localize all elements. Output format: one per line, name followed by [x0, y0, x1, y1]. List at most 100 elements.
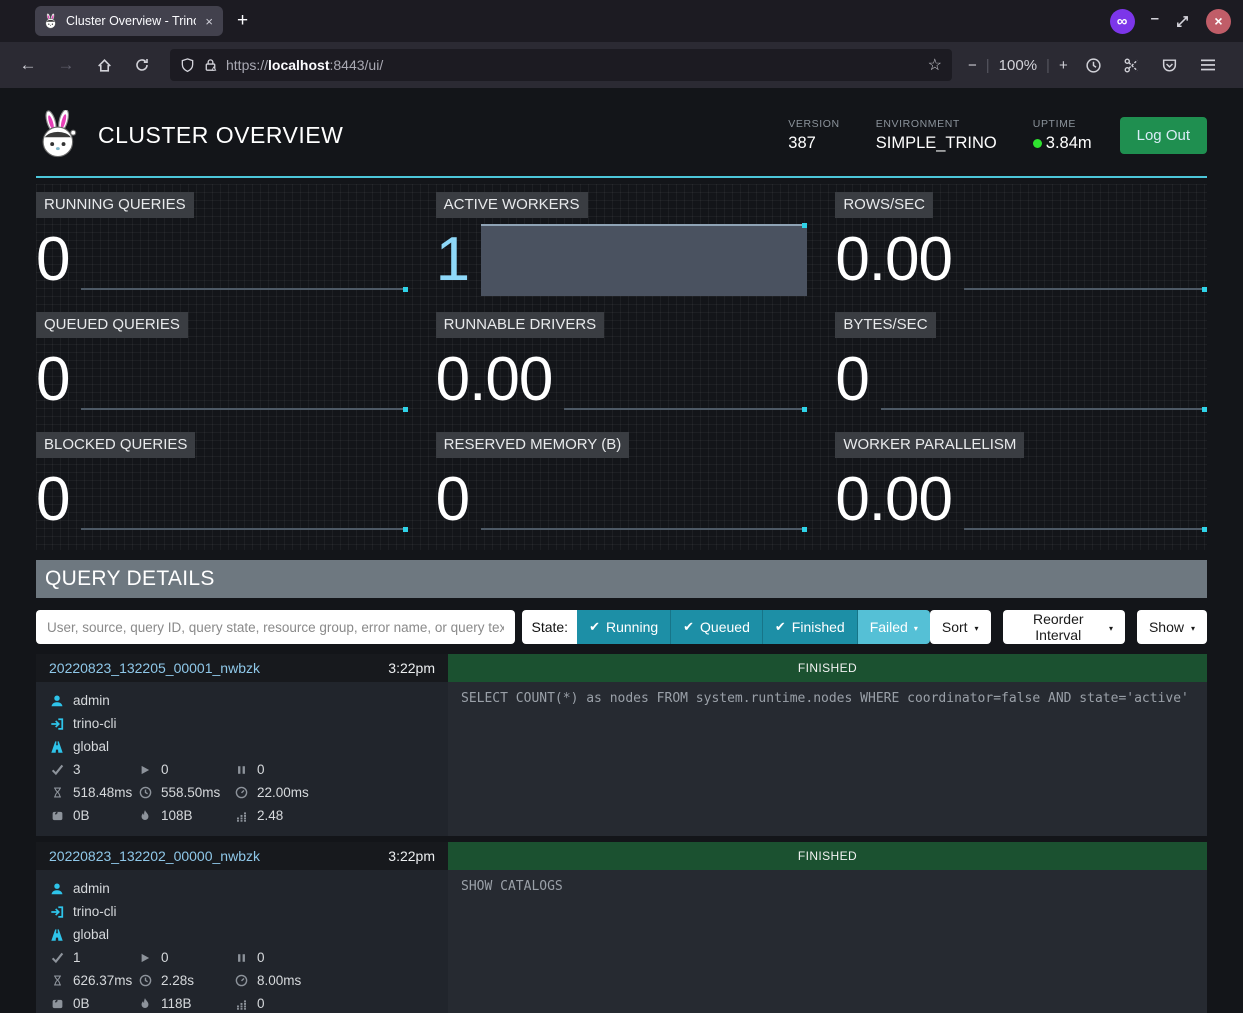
sparkline-dot [403, 407, 408, 412]
query-source: trino-cli [73, 716, 117, 731]
tracking-protection-shield-icon[interactable] [180, 57, 195, 73]
show-label: Show [1149, 619, 1184, 635]
cumulative-memory: 108B [161, 808, 193, 823]
current-memory-scale-icon [49, 998, 65, 1010]
show-dropdown[interactable]: Show ▾ [1137, 610, 1207, 644]
running-splits-play-icon [137, 952, 153, 964]
panel-active-workers: ACTIVE WORKERS 1 [436, 192, 808, 302]
url-text[interactable]: https://localhost:8443/ui/ [226, 57, 920, 73]
sparkline-dot [403, 287, 408, 292]
bookmark-star-icon[interactable]: ☆ [928, 55, 942, 75]
query-sql-text: SELECT COUNT(*) as nodes FROM system.run… [448, 682, 1207, 836]
screenshot-scissors-icon[interactable] [1116, 49, 1148, 81]
state-filter-failed-dropdown[interactable]: Failed ▾ [858, 610, 930, 644]
menu-hamburger-icon[interactable] [1192, 49, 1224, 81]
window-minimize-button[interactable]: – [1151, 10, 1159, 33]
sparkline-dot [802, 407, 807, 412]
query-row: 20220823_132205_00001_nwbzk 3:22pm FINIS… [36, 654, 1207, 836]
sparkline [481, 460, 807, 542]
browser-window: Cluster Overview - Trino × + ∞ – × ← → [0, 0, 1243, 1013]
query-id-link[interactable]: 20220823_132205_00001_nwbzk [49, 660, 260, 676]
page-title: CLUSTER OVERVIEW [98, 122, 343, 149]
panel-label: ACTIVE WORKERS [436, 192, 588, 218]
sparkline [964, 460, 1207, 542]
version-label: VERSION [788, 118, 839, 130]
version-block: VERSION 387 [788, 118, 839, 153]
sparkline [81, 460, 407, 542]
back-button[interactable]: ← [12, 49, 44, 81]
panel-running-queries: RUNNING QUERIES 0 [36, 192, 408, 302]
wall-time-hourglass-icon [49, 974, 65, 987]
query-resource-group: global [73, 927, 109, 942]
state-filter-queued[interactable]: ✔ Queued [671, 610, 763, 644]
uptime-label: UPTIME [1033, 118, 1092, 130]
zoom-out-button[interactable]: − [968, 57, 977, 74]
zoom-level[interactable]: 100% [999, 57, 1037, 74]
user-icon [49, 882, 65, 896]
sparkline-dot [403, 527, 408, 532]
history-clock-icon[interactable] [1078, 49, 1110, 81]
query-filter-toolbar: State: ✔ Running ✔ Queued ✔ Finished Fai… [36, 610, 1207, 644]
query-meta: admin trino-cli global [36, 870, 448, 1013]
chevron-down-icon: ▾ [975, 624, 979, 633]
panel-label: RESERVED MEMORY (B) [436, 432, 630, 458]
cpu-time: 22.00ms [257, 785, 309, 800]
panel-label: QUEUED QUERIES [36, 312, 188, 338]
trino-favicon-icon [43, 13, 59, 29]
state-filter-finished[interactable]: ✔ Finished [763, 610, 858, 644]
tab-title: Cluster Overview - Trino [66, 14, 196, 28]
chevron-down-icon: ▾ [1191, 624, 1195, 633]
wall-time-hourglass-icon [49, 786, 65, 799]
query-header-left: 20220823_132205_00001_nwbzk 3:22pm [36, 654, 448, 682]
resource-group-road-icon [49, 740, 65, 754]
parallelism: 0 [257, 996, 265, 1011]
sparkline [481, 220, 807, 302]
query-id-link[interactable]: 20220823_132202_00000_nwbzk [49, 848, 260, 864]
browser-titlebar: Cluster Overview - Trino × + ∞ – × [0, 0, 1243, 42]
trino-bunny-logo [36, 110, 82, 160]
cumulative-memory-flame-icon [137, 997, 153, 1010]
forward-button: → [50, 49, 82, 81]
connection-lock-icon[interactable] [203, 57, 218, 73]
sparkline-dot [802, 527, 807, 532]
url-host: localhost [268, 57, 329, 73]
uptime-value-row: 3.84m [1033, 134, 1092, 153]
new-tab-button[interactable]: + [237, 10, 248, 32]
home-button[interactable] [88, 49, 120, 81]
queued-splits-pause-icon [233, 764, 249, 776]
cumulative-memory-flame-icon [137, 809, 153, 822]
reload-button[interactable] [126, 49, 158, 81]
url-bar[interactable]: https://localhost:8443/ui/ ☆ [170, 49, 952, 81]
query-search-input[interactable] [36, 610, 515, 644]
sparkline-dot [1202, 407, 1207, 412]
completed-splits-check-icon [49, 763, 65, 776]
wall-time: 518.48ms [73, 785, 132, 800]
browser-navbar: ← → https:/ [0, 42, 1243, 88]
panel-worker-parallelism: WORKER PARALLELISM 0.00 [835, 432, 1207, 542]
queued-splits: 0 [257, 950, 265, 965]
pocket-icon[interactable] [1154, 49, 1186, 81]
panel-runnable-drivers: RUNNABLE DRIVERS 0.00 [436, 312, 808, 422]
page-header: CLUSTER OVERVIEW VERSION 387 ENVIRONMENT… [36, 88, 1207, 178]
window-restore-button[interactable] [1175, 14, 1190, 29]
tab-close-icon[interactable]: × [203, 14, 215, 29]
state-filter-running[interactable]: ✔ Running [577, 610, 671, 644]
browser-tab[interactable]: Cluster Overview - Trino × [35, 6, 223, 36]
version-value: 387 [788, 134, 839, 153]
sort-dropdown[interactable]: Sort ▾ [930, 610, 991, 644]
query-sql-text: SHOW CATALOGS [448, 870, 1207, 1013]
check-icon: ✔ [775, 619, 786, 635]
zoom-in-button[interactable]: + [1059, 57, 1068, 74]
completed-splits: 1 [73, 950, 81, 965]
chevron-down-icon: ▾ [1109, 624, 1113, 633]
state-filter-failed-label: Failed [870, 619, 908, 635]
reorder-interval-dropdown[interactable]: Reorder Interval ▾ [1003, 610, 1125, 644]
window-close-button[interactable]: × [1206, 9, 1231, 34]
private-browsing-icon: ∞ [1110, 9, 1135, 34]
query-source: trino-cli [73, 904, 117, 919]
panel-value: 1 [436, 220, 469, 302]
elapsed-time: 558.50ms [161, 785, 220, 800]
logout-button[interactable]: Log Out [1120, 117, 1207, 154]
panel-label: BLOCKED QUERIES [36, 432, 195, 458]
panel-value: 0 [36, 460, 69, 542]
